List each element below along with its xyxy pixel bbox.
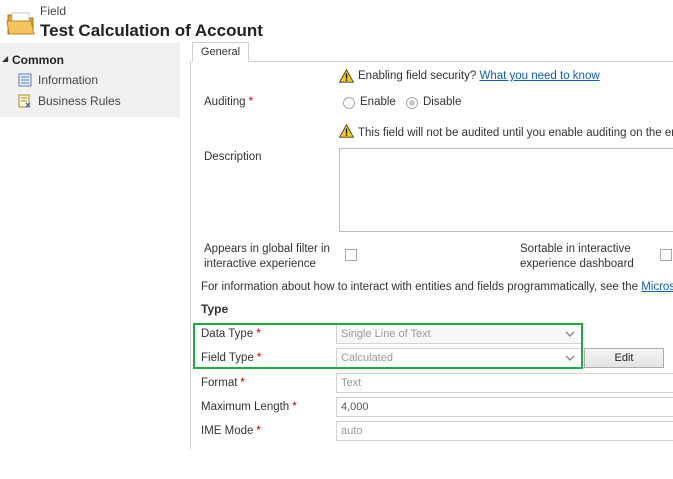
required-asterisk: * xyxy=(256,425,261,437)
warning-icon xyxy=(338,123,355,141)
microsoft-docs-link[interactable]: Microsof xyxy=(641,281,673,293)
format-label: Format * xyxy=(201,377,245,389)
auditing-disable-label: Disable xyxy=(423,96,462,108)
page-title: Test Calculation of Account xyxy=(40,21,263,40)
description-textarea[interactable] xyxy=(339,148,673,232)
description-label: Description xyxy=(204,151,262,163)
required-asterisk: * xyxy=(292,401,297,413)
max-length-label: Maximum Length * xyxy=(201,401,297,413)
auditing-label: Auditing * xyxy=(204,96,254,108)
sortable-checkbox[interactable] xyxy=(660,249,672,261)
highlight-box xyxy=(193,323,583,369)
warning-icon xyxy=(338,68,355,86)
auditing-disable-radio[interactable] xyxy=(406,97,418,109)
global-filter-checkbox[interactable] xyxy=(345,249,357,261)
auditing-enable-radio[interactable] xyxy=(343,97,355,109)
max-length-input[interactable]: 4,000 xyxy=(336,397,673,417)
what-you-need-to-know-link[interactable]: What you need to know xyxy=(479,70,599,82)
required-asterisk: * xyxy=(240,377,245,389)
auditing-notice: This field will not be audited until you… xyxy=(358,127,673,139)
field-security-text: Enabling field security? What you need t… xyxy=(358,70,600,82)
business-rules-icon xyxy=(18,94,31,108)
tab-general[interactable]: General xyxy=(192,42,249,62)
ime-mode-label: IME Mode * xyxy=(201,425,261,437)
folder-icon xyxy=(6,9,36,37)
nav-item-label: Information xyxy=(38,73,99,87)
ime-mode-select[interactable]: auto xyxy=(336,421,673,441)
nav-item-business-rules[interactable]: Business Rules xyxy=(18,92,121,110)
tab-underline xyxy=(249,61,673,62)
entity-type-label: Field xyxy=(40,4,67,18)
format-field[interactable]: Text xyxy=(336,373,673,393)
type-section-heading: Type xyxy=(201,302,229,316)
sortable-label: Sortable in interactive experience dashb… xyxy=(520,243,634,270)
global-filter-label: Appears in global filter in interactive … xyxy=(204,243,330,270)
panel-divider xyxy=(190,61,191,449)
programmatic-info-text: For information about how to interact wi… xyxy=(201,281,673,293)
collapse-triangle-icon[interactable]: ◢ xyxy=(2,54,8,63)
edit-button[interactable]: Edit xyxy=(584,348,664,368)
required-asterisk: * xyxy=(248,96,254,108)
nav-item-information[interactable]: Information xyxy=(18,71,98,89)
nav-section-common[interactable]: Common xyxy=(12,53,64,67)
nav-item-label: Business Rules xyxy=(38,94,121,108)
form-icon xyxy=(18,73,32,87)
auditing-enable-label: Enable xyxy=(360,96,396,108)
